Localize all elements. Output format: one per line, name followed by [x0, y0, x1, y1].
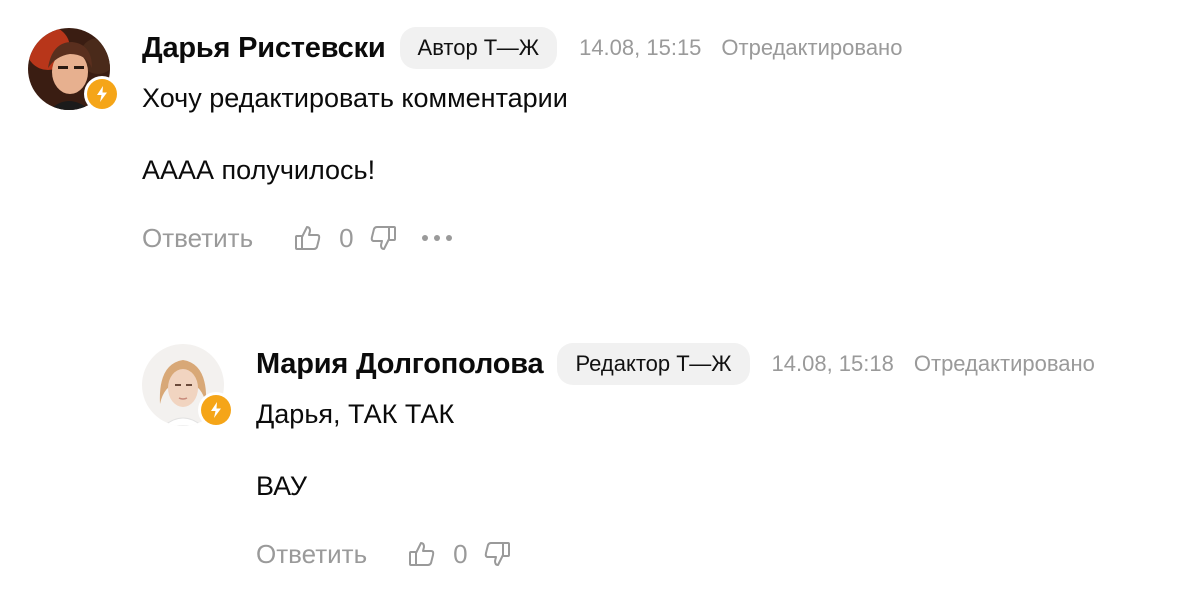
more-icon[interactable] [420, 233, 454, 243]
thumbs-down-icon[interactable] [368, 223, 398, 253]
edited-label: Отредактировано [721, 35, 903, 60]
comment-text: Дарья, ТАК ТАК [256, 399, 455, 429]
like-count: 0 [453, 538, 468, 569]
badge [198, 392, 234, 428]
author-name[interactable]: Мария Долгополова [256, 348, 544, 381]
comment-header: Мария Долгополова Редактор Т—Ж 14.08, 15… [256, 336, 1192, 392]
badge [84, 76, 120, 112]
timestamp[interactable]: 14.08, 15:15 [579, 35, 701, 61]
lightning-icon [87, 79, 117, 109]
comment-body: Дарья Ристевски Автор Т—Ж 14.08, 15:15 О… [142, 20, 1178, 258]
thumbs-down-icon[interactable] [482, 539, 512, 569]
comment-text: ВАУ [256, 471, 308, 501]
comment-text: АААА получилось! [142, 155, 376, 185]
author-name[interactable]: Дарья Ристевски [142, 32, 386, 65]
lightning-icon [201, 395, 231, 425]
comment-header: Дарья Ристевски Автор Т—Ж 14.08, 15:15 О… [142, 20, 1178, 76]
thumbs-up-icon[interactable] [407, 539, 437, 569]
reply-button[interactable]: Ответить [142, 223, 253, 254]
avatar[interactable] [142, 344, 234, 430]
avatar[interactable] [28, 28, 120, 114]
role-badge: Автор Т—Ж [399, 27, 558, 69]
comment-actions: Ответить 0 [256, 534, 1192, 574]
like-count: 0 [339, 222, 354, 253]
timestamp[interactable]: 14.08, 15:18 [772, 351, 894, 377]
role-badge: Редактор Т—Ж [557, 343, 750, 385]
thumbs-up-icon[interactable] [293, 223, 323, 253]
edited-label: Отредактировано [913, 351, 1095, 376]
comment-body: Мария Долгополова Редактор Т—Ж 14.08, 15… [256, 336, 1192, 574]
reply-button[interactable]: Ответить [256, 539, 367, 570]
comment-actions: Ответить 0 [142, 218, 1178, 258]
comment-text: Хочу редактировать комментарии [142, 83, 568, 113]
